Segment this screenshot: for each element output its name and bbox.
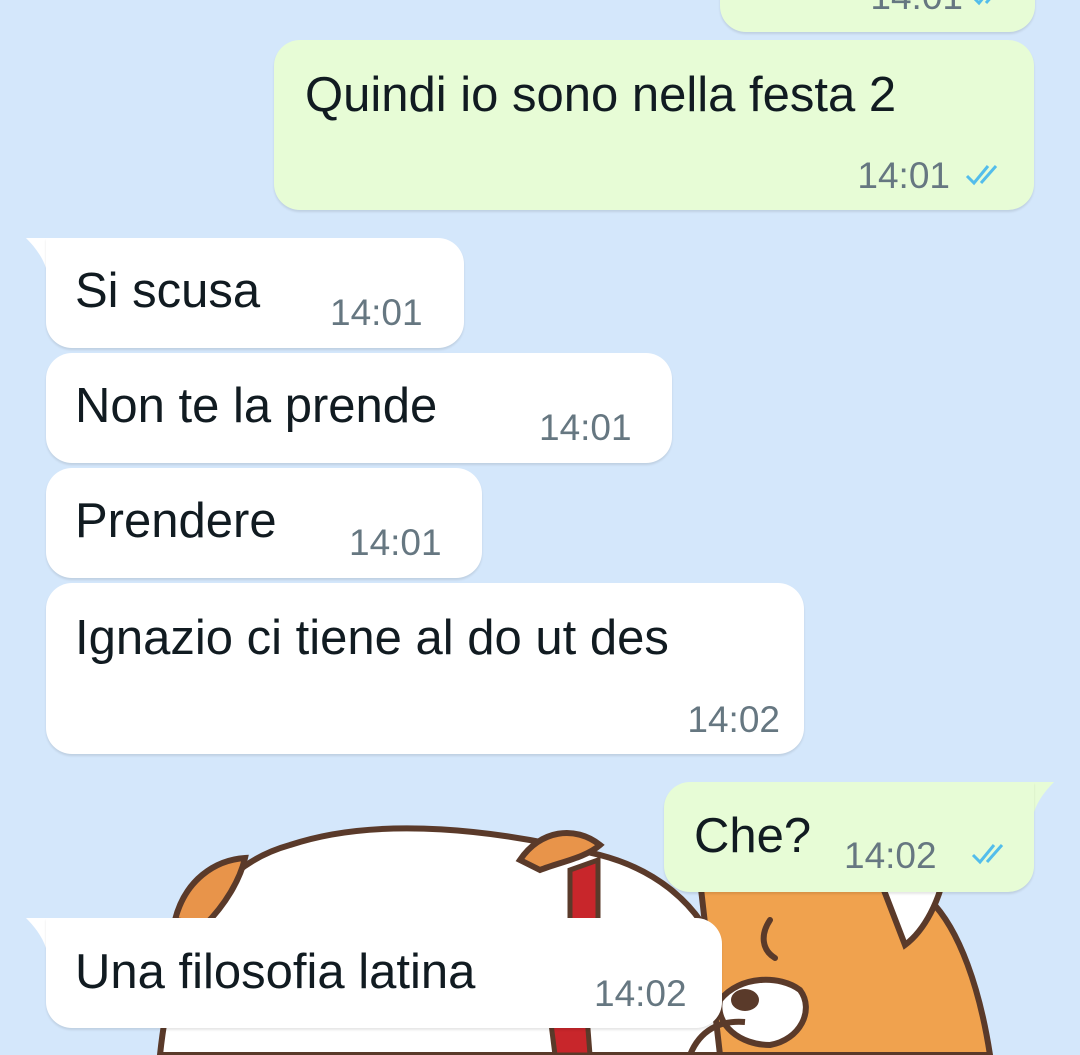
message-bubble-incoming[interactable]: Una filosofia latina 14:02 [46,918,722,1028]
message-timestamp: 14:01 [870,0,963,15]
message-timestamp: 14:02 [687,699,780,740]
message-text: Non te la prende [75,379,438,433]
message-bubble-outgoing[interactable]: 14:01 [720,0,1035,32]
message-text: Si scusa [75,264,261,318]
message-bubble-incoming[interactable]: Si scusa 14:01 [46,238,464,348]
double-check-icon [965,165,998,186]
message-bubble-outgoing[interactable]: Quindi io sono nella festa 2 14:01 [274,40,1034,210]
message-text: Quindi io sono nella festa 2 [305,68,897,122]
message-timestamp: 14:02 [844,835,937,876]
message-timestamp: 14:01 [539,407,632,448]
message-bubble-incoming[interactable]: Ignazio ci tiene al do ut des 14:02 [46,583,804,754]
message-bubble-incoming[interactable]: Prendere 14:01 [46,468,482,578]
message-text: Ignazio ci tiene al do ut des [75,611,669,665]
message-timestamp: 14:01 [330,292,423,333]
double-check-icon [973,0,991,6]
message-timestamp: 14:01 [857,155,950,196]
message-bubble-incoming[interactable]: Non te la prende 14:01 [46,353,672,463]
message-text: Che? [694,809,812,863]
message-timestamp: 14:02 [594,973,687,1014]
double-check-icon [971,844,1004,865]
message-bubble-outgoing[interactable]: Che? 14:02 [664,782,1034,892]
message-text: Una filosofia latina [75,945,476,999]
message-timestamp: 14:01 [349,522,442,563]
message-text: Prendere [75,494,277,548]
